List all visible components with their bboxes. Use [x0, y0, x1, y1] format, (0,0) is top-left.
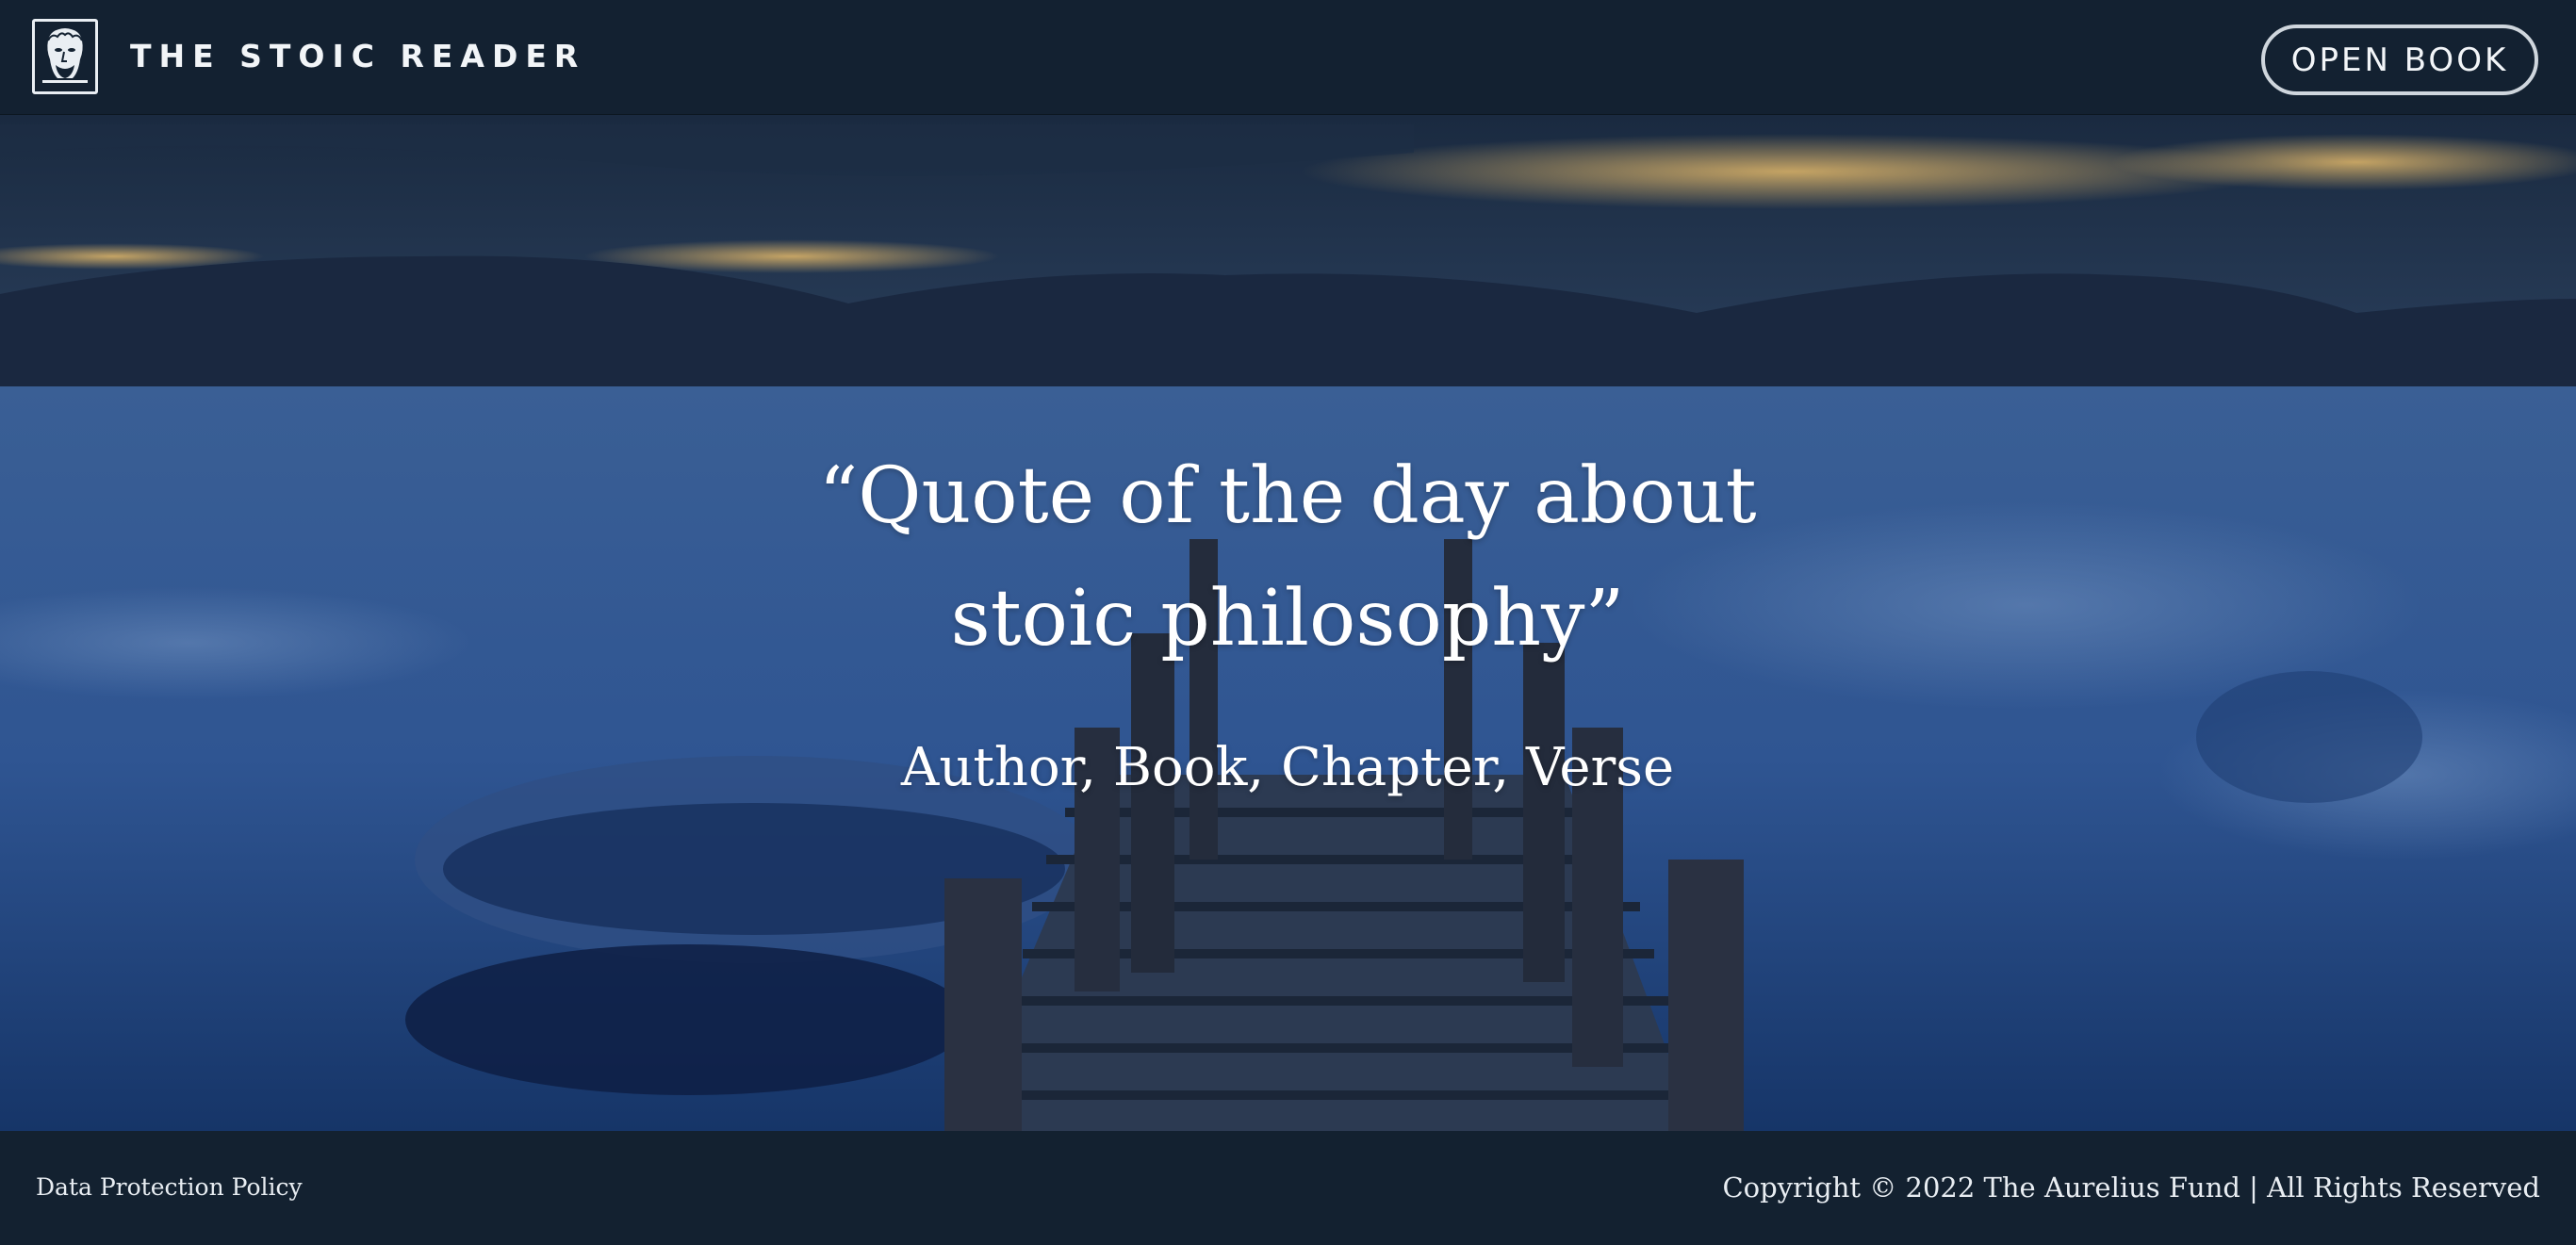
- data-protection-policy-link[interactable]: Data Protection Policy: [36, 1172, 303, 1203]
- quote-line-1: “Quote of the day about: [818, 451, 1757, 541]
- copyright-text: Copyright © 2022 The Aurelius Fund | All…: [1722, 1171, 2540, 1204]
- hero-section: “Quote of the day about stoic philosophy…: [0, 115, 2576, 1131]
- site-header: THE STOIC READER OPEN BOOK: [0, 0, 2576, 115]
- quote-citation: Author, Book, Chapter, Verse: [900, 737, 1675, 798]
- quote-text: “Quote of the day about stoic philosophy…: [533, 435, 2042, 680]
- site-title[interactable]: THE STOIC READER: [130, 38, 585, 75]
- site-footer: Data Protection Policy Copyright © 2022 …: [0, 1131, 2576, 1245]
- quote-line-2: stoic philosophy”: [950, 574, 1625, 663]
- open-book-button[interactable]: OPEN BOOK: [2261, 25, 2538, 95]
- stoic-bust-icon[interactable]: [32, 19, 98, 94]
